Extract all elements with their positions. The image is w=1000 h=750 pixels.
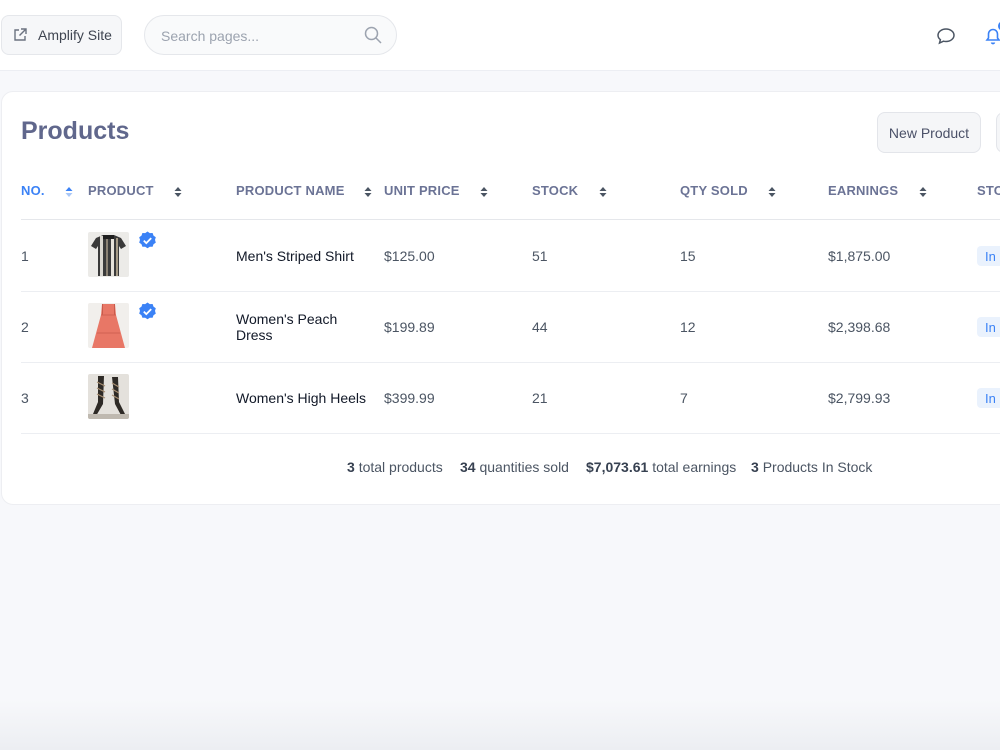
sort-icon[interactable] — [768, 185, 776, 197]
column-header-stock[interactable]: STOCK — [532, 183, 578, 198]
column-header-product[interactable]: PRODUCT — [88, 183, 154, 198]
product-image-striped-shirt[interactable] — [88, 232, 129, 277]
column-header-earnings[interactable]: EARNINGS — [828, 183, 898, 198]
external-link-icon — [12, 27, 28, 43]
search-icon[interactable] — [364, 26, 382, 44]
unit-price: $125.00 — [384, 248, 435, 264]
row-divider — [21, 362, 1000, 363]
status-badge: In — [977, 317, 1000, 337]
sort-icon[interactable] — [919, 185, 927, 197]
sort-icon[interactable] — [364, 185, 372, 197]
earnings-value: $2,799.93 — [828, 390, 891, 406]
amplify-site-button[interactable]: Amplify Site — [1, 15, 122, 55]
row-number: 1 — [21, 248, 29, 264]
unit-price: $399.99 — [384, 390, 435, 406]
stock-value: 21 — [532, 390, 548, 406]
summary-qty-sold: 34 quantities sold — [460, 459, 569, 475]
qty-sold-value: 7 — [680, 390, 688, 406]
column-header-product-name[interactable]: PRODUCT NAME — [236, 183, 345, 198]
row-divider — [21, 433, 1000, 434]
status-badge: In — [977, 246, 1000, 266]
product-name[interactable]: Men's Striped Shirt — [236, 248, 376, 264]
verified-badge-icon — [138, 231, 157, 250]
table-header-divider — [21, 219, 1000, 220]
summary-total-products-value: 3 — [347, 459, 355, 475]
sort-icon[interactable] — [174, 185, 182, 197]
earnings-value: $1,875.00 — [828, 248, 891, 264]
stock-value: 51 — [532, 248, 548, 264]
column-header-status[interactable]: STOC — [977, 183, 1000, 198]
search-box — [144, 15, 397, 55]
product-image-high-heels[interactable] — [88, 374, 129, 419]
row-number: 2 — [21, 319, 29, 335]
more-button[interactable] — [996, 112, 1000, 153]
column-header-qty-sold[interactable]: QTY SOLD — [680, 183, 748, 198]
qty-sold-value: 15 — [680, 248, 696, 264]
page-bottom-shade — [0, 700, 1000, 750]
sort-icon[interactable] — [599, 185, 607, 197]
new-product-button[interactable]: New Product — [877, 112, 981, 153]
column-header-no[interactable]: NO. — [21, 183, 45, 198]
summary-in-stock: 3 Products In Stock — [751, 459, 872, 475]
product-image-peach-dress[interactable] — [88, 303, 129, 348]
summary-qty-sold-value: 34 — [460, 459, 476, 475]
qty-sold-value: 12 — [680, 319, 696, 335]
row-number: 3 — [21, 390, 29, 406]
sort-icon[interactable] — [480, 185, 488, 197]
summary-earnings: $7,073.61 total earnings — [586, 459, 736, 475]
chat-bubble-icon[interactable] — [936, 26, 956, 46]
row-divider — [21, 291, 1000, 292]
stock-value: 44 — [532, 319, 548, 335]
summary-earnings-value: $7,073.61 — [586, 459, 649, 475]
verified-badge-icon — [138, 302, 157, 321]
page-title: Products — [21, 117, 130, 145]
summary-in-stock-value: 3 — [751, 459, 759, 475]
summary-total-products-label: total products — [358, 459, 443, 475]
search-input[interactable] — [159, 25, 363, 47]
summary-qty-sold-label: quantities sold — [479, 459, 569, 475]
amplify-site-label: Amplify Site — [38, 27, 112, 43]
summary-earnings-label: total earnings — [652, 459, 737, 475]
earnings-value: $2,398.68 — [828, 319, 891, 335]
sort-icon[interactable] — [65, 185, 73, 197]
summary-in-stock-label: Products In Stock — [762, 459, 873, 475]
summary-total-products: 3 total products — [347, 459, 443, 475]
unit-price: $199.89 — [384, 319, 435, 335]
product-name[interactable]: Women's Peach Dress — [236, 311, 376, 343]
products-card — [1, 91, 1000, 505]
status-badge: In — [977, 388, 1000, 408]
column-header-unit-price[interactable]: UNIT PRICE — [384, 183, 460, 198]
product-name[interactable]: Women's High Heels — [236, 390, 376, 406]
top-bar: Amplify Site — [0, 0, 1000, 71]
